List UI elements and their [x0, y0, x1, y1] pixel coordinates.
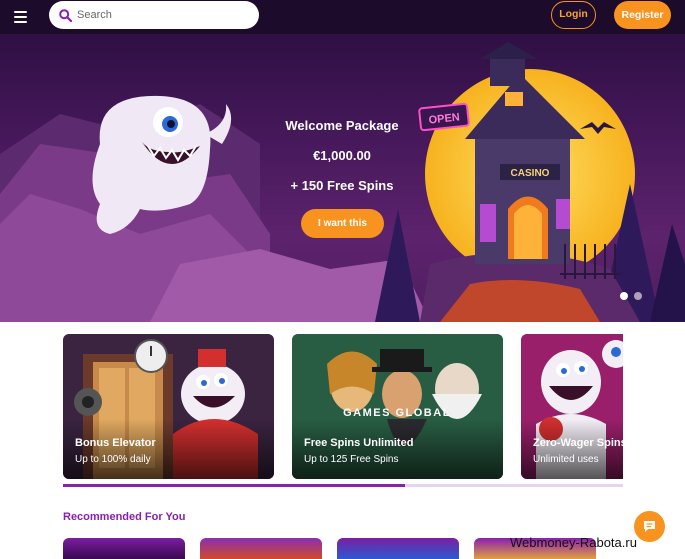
search-icon [59, 9, 72, 22]
promo-card-title: Free Spins Unlimited [304, 437, 414, 449]
promo-card-zero-wager-spins[interactable]: Zero-Wager Spins Unlimited uses [521, 334, 623, 479]
game-thumbnail[interactable] [337, 538, 459, 559]
promo-card-subtitle: Unlimited uses [533, 454, 599, 465]
carousel-scrollbar[interactable] [63, 484, 623, 487]
register-button[interactable]: Register [614, 1, 671, 29]
hero-cta-button[interactable]: I want this [301, 209, 384, 238]
game-thumbnail[interactable] [63, 538, 185, 559]
hero-bonus-amount: €1,000.00 [313, 148, 371, 163]
hero-title: Welcome Package [285, 118, 399, 133]
game-thumbnail[interactable] [200, 538, 322, 559]
search-input[interactable] [77, 5, 247, 25]
search-box[interactable] [49, 1, 259, 29]
promo-card-title: Zero-Wager Spins [533, 437, 623, 449]
card-gradient-overlay [292, 419, 503, 479]
login-button[interactable]: Login [551, 1, 596, 29]
recommended-section-title: Recommended For You [63, 511, 186, 523]
promo-card-subtitle: Up to 125 Free Spins [304, 454, 399, 465]
hero-banner[interactable]: CASINO OPEN Welcome Package €1,000.00 + … [0, 34, 685, 322]
svg-text:CASINO: CASINO [511, 168, 550, 179]
carousel-dots [620, 287, 644, 305]
top-navigation-bar: Login Register [0, 0, 685, 34]
chat-bubble-icon [644, 521, 655, 532]
casino-homepage: Login Register [0, 0, 685, 559]
promo-card-free-spins-unlimited[interactable]: GAMES GLOBAL Free Spins Unlimited Up to … [292, 334, 503, 479]
promo-card-title: Bonus Elevator [75, 437, 156, 449]
promotions-carousel: Bonus Elevator Up to 100% daily GAMES GL… [63, 334, 623, 479]
hero-free-spins: + 150 Free Spins [290, 178, 394, 193]
games-global-logo: GAMES GLOBAL [343, 407, 451, 419]
carousel-dot-2[interactable] [634, 292, 643, 300]
card-gradient-overlay [63, 419, 274, 479]
card-gradient-overlay [521, 419, 623, 479]
carousel-dot-1[interactable] [620, 292, 628, 300]
promo-card-bonus-elevator[interactable]: Bonus Elevator Up to 100% daily [63, 334, 274, 479]
promo-card-subtitle: Up to 100% daily [75, 454, 151, 465]
site-watermark: Webmoney-Rabota.ru [510, 535, 637, 550]
hero-offer-text: Welcome Package €1,000.00 + 150 Free Spi… [262, 118, 422, 196]
hamburger-menu-icon[interactable] [10, 8, 32, 26]
carousel-scrollbar-thumb[interactable] [63, 484, 405, 487]
live-chat-button[interactable] [634, 511, 665, 542]
